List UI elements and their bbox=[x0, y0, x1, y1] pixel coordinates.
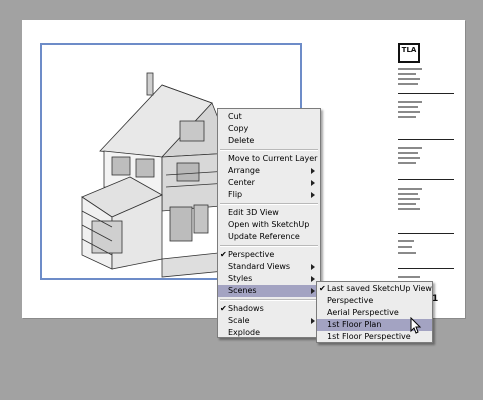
menu-item-label: Edit 3D View bbox=[228, 208, 279, 217]
menu-item-label: Open with SketchUp bbox=[228, 220, 310, 229]
title-block-text-line bbox=[398, 157, 420, 159]
menu-item-label: Move to Current Layer bbox=[228, 154, 318, 163]
menu-item-scale[interactable]: Scale bbox=[218, 315, 320, 327]
submenu-arrow-icon bbox=[311, 288, 315, 294]
menu-separator bbox=[220, 149, 318, 151]
checkmark-icon: ✔ bbox=[220, 250, 227, 259]
menu-item-label: Shadows bbox=[228, 304, 264, 313]
title-block-text-line bbox=[398, 162, 416, 164]
submenu-arrow-icon bbox=[311, 318, 315, 324]
menu-item-arrange[interactable]: Arrange bbox=[218, 165, 320, 177]
title-block-text-line bbox=[398, 83, 418, 85]
menu-item-scenes[interactable]: Scenes bbox=[218, 285, 320, 297]
title-block-text-line bbox=[398, 152, 418, 154]
menu-item-move-to-current-layer[interactable]: Move to Current Layer bbox=[218, 153, 320, 165]
menu-separator bbox=[220, 299, 318, 301]
firm-logo: TLA bbox=[398, 43, 420, 63]
title-block-text-line bbox=[398, 240, 414, 242]
menu-item-explode[interactable]: Explode bbox=[218, 327, 320, 339]
menu-item-flip[interactable]: Flip bbox=[218, 189, 320, 201]
title-block-divider bbox=[398, 233, 454, 234]
menu-item-center[interactable]: Center bbox=[218, 177, 320, 189]
menu-separator bbox=[220, 203, 318, 205]
submenu-arrow-icon bbox=[311, 276, 315, 282]
menu-separator bbox=[220, 245, 318, 247]
title-block-text-line bbox=[398, 78, 420, 80]
menu-item-edit-3d-view[interactable]: Edit 3D View bbox=[218, 207, 320, 219]
menu-item-label: Copy bbox=[228, 124, 249, 133]
menu-item-label: Styles bbox=[228, 274, 253, 283]
context-menu: Cut Copy Delete Move to Current Layer Ar… bbox=[217, 108, 321, 338]
submenu-arrow-icon bbox=[311, 180, 315, 186]
title-block: TLA bbox=[398, 43, 456, 293]
menu-item-label: Cut bbox=[228, 112, 242, 121]
menu-item-cut[interactable]: Cut bbox=[218, 111, 320, 123]
title-block-text-line bbox=[398, 276, 420, 278]
title-block-text-line bbox=[398, 188, 422, 190]
menu-item-label: Perspective bbox=[228, 250, 275, 259]
title-block-divider bbox=[398, 179, 454, 180]
title-block-text-line bbox=[398, 147, 422, 149]
scene-item-label: Last saved SketchUp View bbox=[327, 284, 432, 293]
menu-item-label: Scenes bbox=[228, 286, 257, 295]
scene-item-label: 1st Floor Perspective bbox=[327, 332, 411, 341]
submenu-arrow-icon bbox=[311, 192, 315, 198]
menu-item-label: Update Reference bbox=[228, 232, 300, 241]
menu-item-label: Arrange bbox=[228, 166, 260, 175]
title-block-text-line bbox=[398, 246, 412, 248]
firm-logo-text: TLA bbox=[401, 46, 417, 54]
scene-item-label: Perspective bbox=[327, 296, 374, 305]
scene-item-perspective[interactable]: Perspective bbox=[317, 295, 432, 307]
menu-item-label: Scale bbox=[228, 316, 250, 325]
menu-item-label: Explode bbox=[228, 328, 260, 337]
menu-item-label: Standard Views bbox=[228, 262, 291, 271]
submenu-arrow-icon bbox=[311, 168, 315, 174]
menu-item-styles[interactable]: Styles bbox=[218, 273, 320, 285]
title-block-divider bbox=[398, 93, 454, 94]
menu-item-copy[interactable]: Copy bbox=[218, 123, 320, 135]
scene-item-label: 1st Floor Plan bbox=[327, 320, 382, 329]
menu-item-standard-views[interactable]: Standard Views bbox=[218, 261, 320, 273]
menu-item-delete[interactable]: Delete bbox=[218, 135, 320, 147]
menu-item-update-reference[interactable]: Update Reference bbox=[218, 231, 320, 243]
title-block-text-line bbox=[398, 193, 418, 195]
title-block-text-line bbox=[398, 68, 422, 70]
title-block-text-line bbox=[398, 116, 416, 118]
title-block-text-line bbox=[398, 73, 416, 75]
checkmark-icon: ✔ bbox=[319, 284, 326, 293]
title-block-text-line bbox=[398, 106, 418, 108]
checkmark-icon: ✔ bbox=[220, 304, 227, 313]
title-block-text-line bbox=[398, 198, 420, 200]
menu-item-shadows[interactable]: ✔ Shadows bbox=[218, 303, 320, 315]
title-block-text-line bbox=[398, 208, 420, 210]
menu-item-label: Center bbox=[228, 178, 255, 187]
app-canvas: { "title_block": { "logo_text": "TLA" },… bbox=[0, 0, 483, 400]
title-block-text-line bbox=[398, 252, 416, 254]
title-block-divider bbox=[398, 139, 454, 140]
submenu-arrow-icon bbox=[311, 264, 315, 270]
scene-item-label: Aerial Perspective bbox=[327, 308, 399, 317]
menu-item-label: Delete bbox=[228, 136, 255, 145]
title-block-divider bbox=[398, 268, 454, 269]
scene-item-last-saved-sketchup-view[interactable]: ✔ Last saved SketchUp View bbox=[317, 283, 432, 295]
mouse-pointer-icon bbox=[410, 317, 422, 334]
title-block-text-line bbox=[398, 203, 416, 205]
menu-item-label: Flip bbox=[228, 190, 243, 199]
title-block-text-line bbox=[398, 101, 422, 103]
title-block-text-line bbox=[398, 111, 420, 113]
menu-item-perspective[interactable]: ✔ Perspective bbox=[218, 249, 320, 261]
menu-item-open-with-sketchup[interactable]: Open with SketchUp bbox=[218, 219, 320, 231]
